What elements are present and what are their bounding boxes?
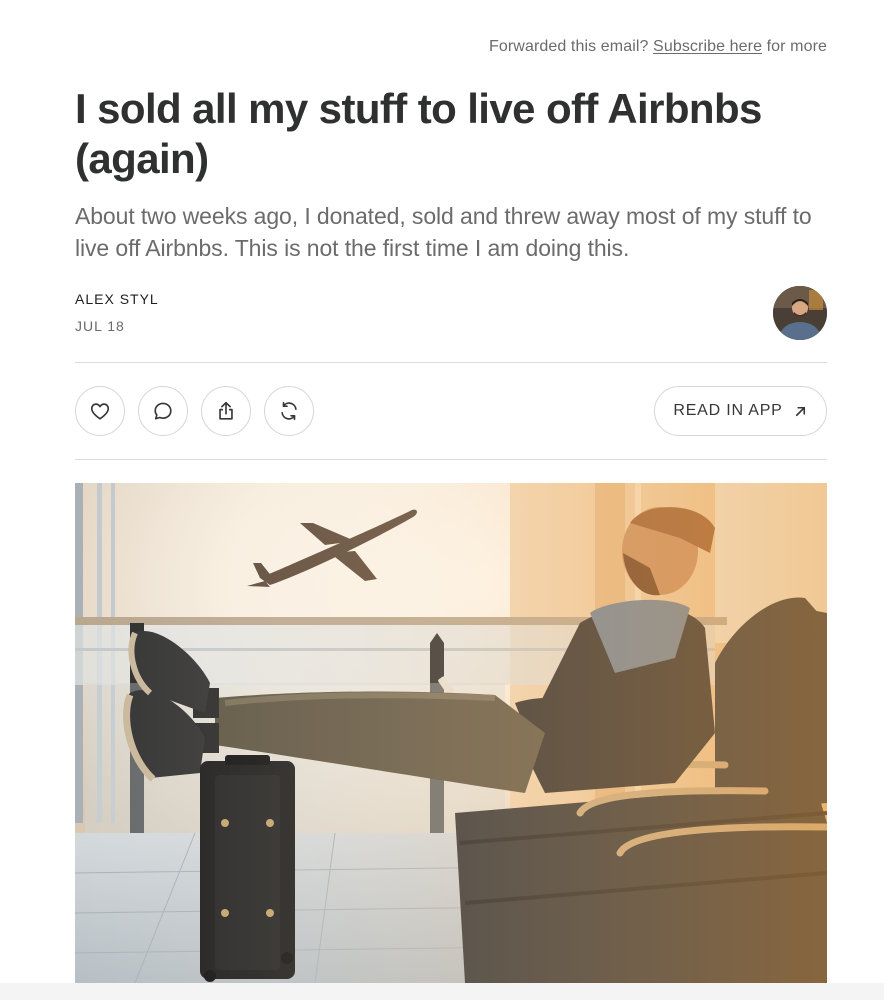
read-in-app-button[interactable]: READ IN APP: [654, 386, 827, 436]
comment-button[interactable]: [138, 386, 188, 436]
forward-notice: Forwarded this email? Subscribe here for…: [489, 38, 827, 56]
forward-prefix: Forwarded this email?: [489, 38, 649, 55]
author-name[interactable]: ALEX STYL: [75, 291, 159, 307]
restack-icon: [281, 401, 297, 421]
restack-button[interactable]: [264, 386, 314, 436]
arrow-up-right-icon: [795, 406, 805, 416]
read-in-app-label: READ IN APP: [673, 402, 783, 419]
author-avatar[interactable]: [773, 286, 827, 340]
divider-top: [75, 362, 827, 363]
hero-image: [75, 483, 827, 983]
footer-strip: [0, 983, 884, 1000]
post-date: JUL 18: [75, 318, 125, 334]
like-button[interactable]: [75, 386, 125, 436]
heart-icon: [90, 403, 110, 420]
share-icon: [219, 401, 233, 420]
share-button[interactable]: [201, 386, 251, 436]
comment-icon: [154, 402, 172, 420]
post-subtitle: About two weeks ago, I donated, sold and…: [75, 203, 812, 261]
forward-suffix: for more: [766, 38, 827, 55]
post-title: I sold all my stuff to live off Airbnbs …: [75, 85, 762, 182]
subscribe-link[interactable]: Subscribe here: [653, 38, 762, 55]
divider-bottom: [75, 459, 827, 460]
